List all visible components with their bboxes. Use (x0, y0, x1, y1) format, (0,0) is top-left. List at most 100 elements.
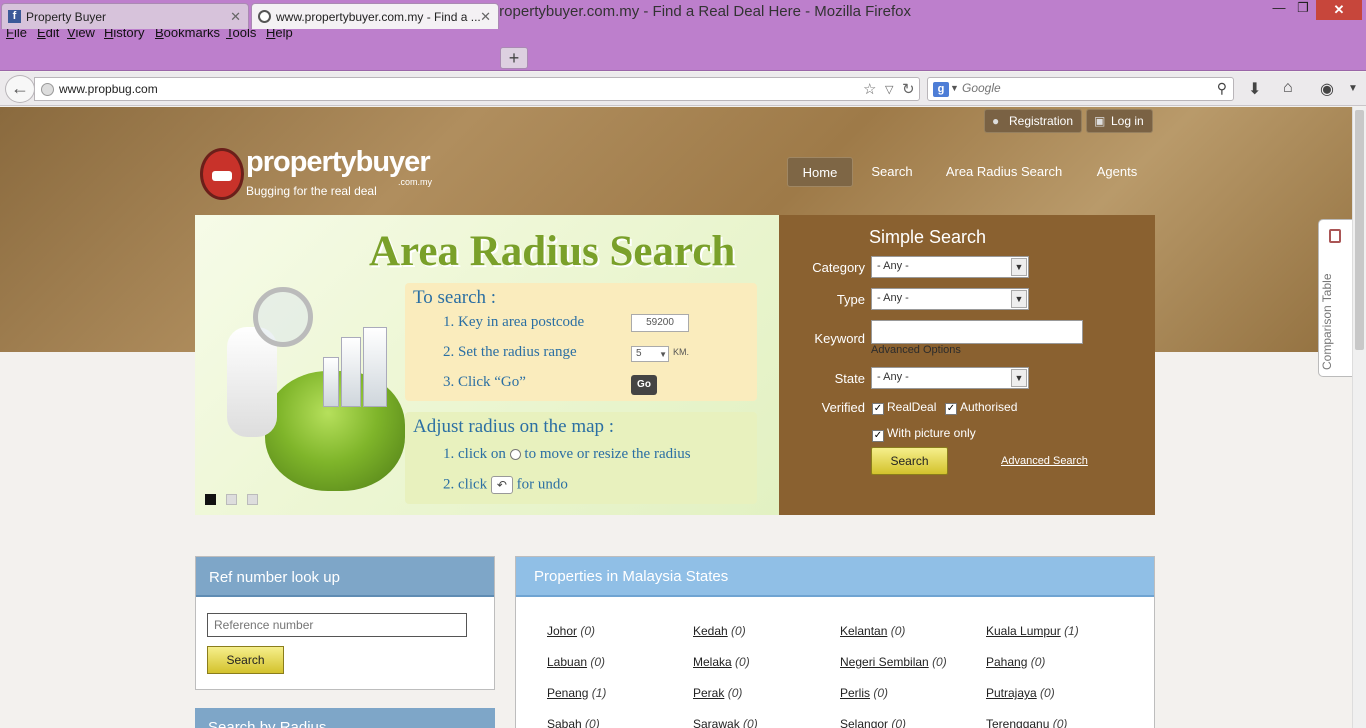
scrollbar-thumb[interactable] (1355, 110, 1364, 350)
facebook-icon: f (8, 10, 21, 23)
state-count: (0) (890, 624, 906, 638)
ref-search-button[interactable]: Search (207, 646, 284, 674)
state-link[interactable]: Terengganu (986, 717, 1049, 728)
state-link[interactable]: Perlis (840, 686, 870, 700)
chevron-down-icon[interactable]: ▼ (950, 83, 959, 93)
authorised-checkbox[interactable]: ✓ (945, 403, 957, 415)
slider-dot[interactable] (226, 494, 237, 505)
chevron-down-icon: ▼ (659, 350, 667, 359)
chevron-down-icon[interactable]: ▼ (1011, 369, 1027, 387)
reference-number-input[interactable] (207, 613, 467, 637)
nav-search[interactable]: Search (864, 157, 920, 187)
advanced-search-link[interactable]: Advanced Search (1001, 455, 1088, 467)
search-icon[interactable]: ⚲ (1217, 80, 1227, 97)
state-item[interactable]: Johor (0) (547, 624, 595, 638)
step-2: 2. Set the radius range (443, 344, 577, 360)
addon-icon[interactable]: ◉ (1320, 79, 1334, 99)
history-dropdown-icon[interactable]: ▽ (885, 83, 893, 96)
chevron-down-icon[interactable]: ▼ (1011, 290, 1027, 308)
download-icon[interactable]: ⬇ (1248, 79, 1261, 99)
state-link[interactable]: Sabah (547, 717, 582, 728)
url-text[interactable]: www.propbug.com (59, 82, 158, 96)
state-item[interactable]: Perlis (0) (840, 686, 888, 700)
states-title: Properties in Malaysia States (516, 557, 1154, 597)
with-picture-checkbox[interactable]: ✓ (872, 430, 884, 442)
state-link[interactable]: Putrajaya (986, 686, 1037, 700)
category-select[interactable]: - Any - ▼ (871, 256, 1029, 278)
google-engine-icon[interactable]: g (933, 82, 949, 97)
back-button[interactable]: ← (5, 75, 35, 103)
search-bar[interactable]: g ▼ ⚲ (927, 77, 1234, 101)
url-bar[interactable]: www.propbug.com ☆ ▽ ↻ (34, 77, 920, 101)
state-link[interactable]: Penang (547, 686, 588, 700)
tab-property-buyer[interactable]: f Property Buyer ✕ (1, 3, 249, 29)
state-item[interactable]: Negeri Sembilan (0) (840, 655, 947, 669)
state-item[interactable]: Putrajaya (0) (986, 686, 1055, 700)
logo-tagline: Bugging for the real deal (246, 184, 377, 198)
tab-propertybuyer-active[interactable]: www.propertybuyer.com.my - Find a ... ✕ (251, 3, 499, 29)
state-item[interactable]: Kelantan (0) (840, 624, 905, 638)
state-link[interactable]: Kelantan (840, 624, 887, 638)
state-item[interactable]: Labuan (0) (547, 655, 605, 669)
state-item[interactable]: Pahang (0) (986, 655, 1045, 669)
state-item[interactable]: Kedah (0) (693, 624, 746, 638)
simple-search-button[interactable]: Search (871, 447, 948, 475)
state-item[interactable]: Kuala Lumpur (1) (986, 624, 1079, 638)
slider-dot[interactable] (247, 494, 258, 505)
keyword-input[interactable] (871, 320, 1083, 344)
minimize-icon[interactable]: — (1268, 0, 1290, 20)
state-item[interactable]: Sabah (0) (547, 717, 600, 728)
type-select[interactable]: - Any - ▼ (871, 288, 1029, 310)
type-value: - Any - (877, 292, 909, 304)
page-scrollbar[interactable] (1352, 107, 1366, 728)
state-link[interactable]: Labuan (547, 655, 587, 669)
slider-illustration (213, 287, 405, 507)
state-link[interactable]: Kuala Lumpur (986, 624, 1061, 638)
close-tab-icon[interactable]: ✕ (480, 9, 491, 25)
tab-label: www.propertybuyer.com.my - Find a ... (276, 10, 481, 24)
realdeal-checkbox[interactable]: ✓ (872, 403, 884, 415)
state-item[interactable]: Sarawak (0) (693, 717, 758, 728)
nav-agents[interactable]: Agents (1088, 157, 1146, 187)
state-link[interactable]: Johor (547, 624, 577, 638)
state-link[interactable]: Kedah (693, 624, 728, 638)
close-window-button[interactable]: ✕ (1316, 0, 1362, 20)
bookmark-star-icon[interactable]: ☆ (863, 80, 876, 98)
state-count: (0) (743, 717, 758, 728)
state-item[interactable]: Penang (1) (547, 686, 606, 700)
feature-slider[interactable]: Area Radius Search To search : 1. Key in… (195, 215, 779, 515)
state-item[interactable]: Selangor (0) (840, 717, 906, 728)
state-link[interactable]: Sarawak (693, 717, 740, 728)
restore-icon[interactable]: ❐ (1292, 0, 1314, 20)
menu-dropdown-icon[interactable]: ▼ (1348, 83, 1358, 94)
state-link[interactable]: Negeri Sembilan (840, 655, 929, 669)
advanced-options-link[interactable]: Advanced Options (871, 344, 961, 356)
nav-home[interactable]: Home (787, 157, 853, 187)
site-logo[interactable]: propertybuyer .com.my Bugging for the re… (196, 140, 456, 210)
login-label: Log in (1111, 114, 1144, 128)
state-count: (0) (585, 717, 600, 728)
category-value: - Any - (877, 260, 909, 272)
reload-icon[interactable]: ↻ (902, 80, 915, 98)
state-link[interactable]: Perak (693, 686, 724, 700)
close-tab-icon[interactable]: ✕ (230, 9, 241, 25)
state-link[interactable]: Melaka (693, 655, 732, 669)
search-input[interactable] (962, 81, 1202, 95)
state-item[interactable]: Perak (0) (693, 686, 742, 700)
nav-area-radius-search[interactable]: Area Radius Search (940, 157, 1068, 187)
state-item[interactable]: Melaka (0) (693, 655, 750, 669)
chevron-down-icon[interactable]: ▼ (1011, 258, 1027, 276)
state-item[interactable]: Terengganu (0) (986, 717, 1067, 728)
state-select[interactable]: - Any - ▼ (871, 367, 1029, 389)
comparison-table-tab[interactable]: Comparison Table (1318, 219, 1352, 377)
slider-dot-active[interactable] (205, 494, 216, 505)
state-link[interactable]: Selangor (840, 717, 888, 728)
state-link[interactable]: Pahang (986, 655, 1027, 669)
registration-button[interactable]: ● Registration (984, 109, 1083, 133)
state-count: (0) (580, 624, 596, 638)
site-identity-icon[interactable] (41, 83, 54, 96)
new-tab-button[interactable]: + (500, 47, 528, 69)
home-icon[interactable]: ⌂ (1283, 79, 1293, 97)
adjust-step-1: 1. click on to move or resize the radius (443, 446, 691, 463)
login-button[interactable]: ▣ Log in (1086, 109, 1153, 133)
